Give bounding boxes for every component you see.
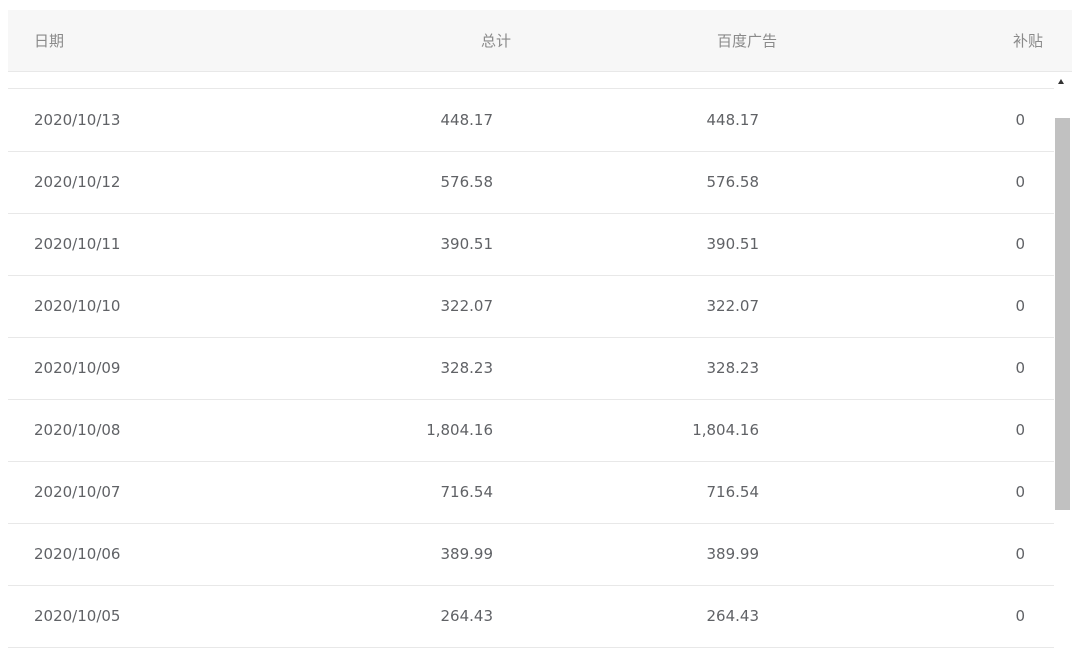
table-row[interactable]: 2020/10/11 390.51 390.51 0 bbox=[8, 214, 1054, 276]
cell-subsidy: 0 bbox=[1015, 421, 1025, 439]
vertical-scrollbar[interactable] bbox=[1054, 72, 1072, 648]
cell-date: 2020/10/09 bbox=[34, 359, 121, 377]
cell-total: 390.51 bbox=[440, 235, 494, 253]
cell-subsidy: 0 bbox=[1015, 545, 1025, 563]
cell-date: 2020/10/07 bbox=[34, 483, 121, 501]
column-header-baidu-ads[interactable]: 百度广告 bbox=[717, 10, 777, 72]
scrolled-row-remnant bbox=[8, 72, 1054, 89]
cell-total: 264.43 bbox=[440, 607, 494, 625]
cell-baidu-ads: 448.17 bbox=[706, 111, 760, 129]
table-row[interactable]: 2020/10/07 716.54 716.54 0 bbox=[8, 462, 1054, 524]
data-table: 日期 总计 百度广告 补贴 2020/10/13 448.17 448.17 0… bbox=[8, 10, 1072, 648]
table-row[interactable]: 2020/10/06 389.99 389.99 0 bbox=[8, 524, 1054, 586]
cell-date: 2020/10/10 bbox=[34, 297, 121, 315]
column-header-date[interactable]: 日期 bbox=[34, 10, 64, 72]
table-row[interactable]: 2020/10/13 448.17 448.17 0 bbox=[8, 90, 1054, 152]
table-row[interactable]: 2020/10/08 1,804.16 1,804.16 0 bbox=[8, 400, 1054, 462]
cell-subsidy: 0 bbox=[1015, 359, 1025, 377]
cell-date: 2020/10/08 bbox=[34, 421, 121, 439]
cell-date: 2020/10/05 bbox=[34, 607, 121, 625]
cell-baidu-ads: 576.58 bbox=[706, 173, 760, 191]
table-row[interactable]: 2020/10/05 264.43 264.43 0 bbox=[8, 586, 1054, 648]
table-row[interactable]: 2020/10/12 576.58 576.58 0 bbox=[8, 152, 1054, 214]
table-row[interactable]: 2020/10/10 322.07 322.07 0 bbox=[8, 276, 1054, 338]
cell-total: 389.99 bbox=[440, 545, 494, 563]
triangle-up-icon[interactable] bbox=[1058, 79, 1064, 84]
table-header: 日期 总计 百度广告 补贴 bbox=[8, 10, 1072, 72]
cell-baidu-ads: 322.07 bbox=[706, 297, 760, 315]
cell-date: 2020/10/13 bbox=[34, 111, 121, 129]
table-body: 2020/10/13 448.17 448.17 0 2020/10/12 57… bbox=[8, 72, 1072, 648]
cell-baidu-ads: 328.23 bbox=[706, 359, 760, 377]
cell-subsidy: 0 bbox=[1015, 607, 1025, 625]
cell-total: 322.07 bbox=[440, 297, 494, 315]
cell-baidu-ads: 390.51 bbox=[706, 235, 760, 253]
cell-subsidy: 0 bbox=[1015, 235, 1025, 253]
cell-subsidy: 0 bbox=[1015, 297, 1025, 315]
column-header-subsidy[interactable]: 补贴 bbox=[1013, 10, 1043, 72]
cell-total: 328.23 bbox=[440, 359, 494, 377]
cell-baidu-ads: 389.99 bbox=[706, 545, 760, 563]
cell-subsidy: 0 bbox=[1015, 173, 1025, 191]
cell-baidu-ads: 1,804.16 bbox=[692, 421, 759, 439]
cell-date: 2020/10/06 bbox=[34, 545, 121, 563]
scrollbar-thumb[interactable] bbox=[1055, 118, 1070, 510]
cell-total: 448.17 bbox=[440, 111, 494, 129]
cell-subsidy: 0 bbox=[1015, 111, 1025, 129]
cell-total: 576.58 bbox=[440, 173, 494, 191]
cell-date: 2020/10/12 bbox=[34, 173, 121, 191]
table-row[interactable]: 2020/10/09 328.23 328.23 0 bbox=[8, 338, 1054, 400]
cell-baidu-ads: 264.43 bbox=[706, 607, 760, 625]
cell-date: 2020/10/11 bbox=[34, 235, 121, 253]
cell-baidu-ads: 716.54 bbox=[706, 483, 760, 501]
column-header-total[interactable]: 总计 bbox=[481, 10, 511, 72]
cell-total: 716.54 bbox=[440, 483, 494, 501]
cell-subsidy: 0 bbox=[1015, 483, 1025, 501]
cell-total: 1,804.16 bbox=[426, 421, 493, 439]
